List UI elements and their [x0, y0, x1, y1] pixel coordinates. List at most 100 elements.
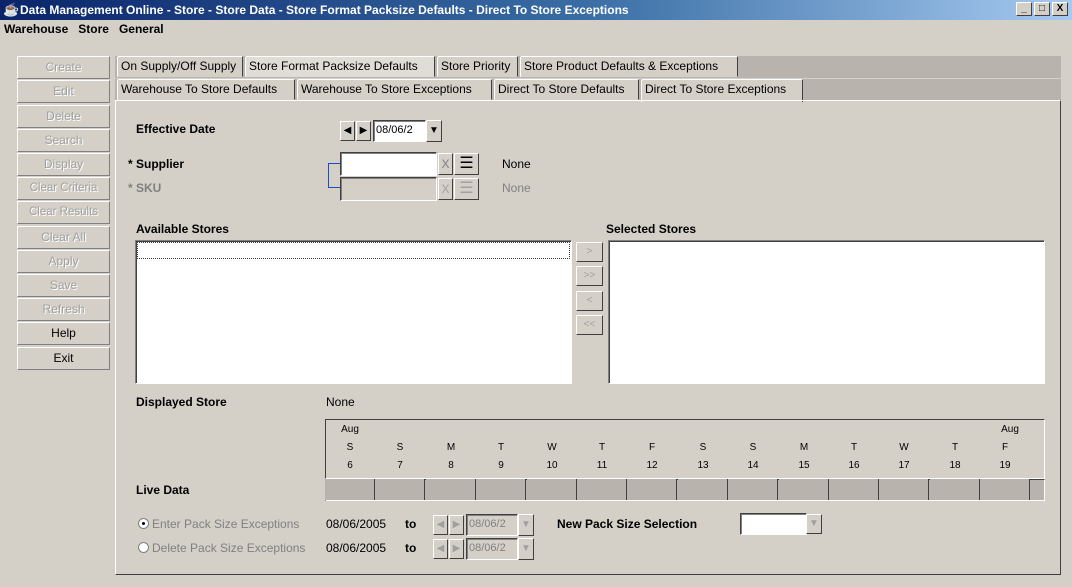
menu-store[interactable]: Store: [78, 22, 109, 36]
chevron-down-icon: ▼: [521, 543, 531, 554]
calendar-dow: W: [899, 442, 909, 453]
delete-button[interactable]: Delete: [17, 105, 110, 128]
supplier-description: None: [502, 157, 531, 171]
list-focus-row: [137, 242, 570, 259]
calendar-day: 18: [949, 460, 961, 471]
calendar-day: 14: [747, 460, 759, 471]
tab-on-supply-off-supply[interactable]: On Supply/Off Supply: [117, 56, 243, 77]
exit-button[interactable]: Exit: [17, 347, 110, 370]
left-arrow-icon: ◀: [436, 543, 445, 554]
enter-to-date-field[interactable]: 08/06/2: [466, 514, 518, 536]
sku-clear-button[interactable]: X: [438, 178, 453, 200]
clear-criteria-button[interactable]: Clear Criteria: [17, 177, 110, 200]
delete-date-next-button[interactable]: ▶: [449, 539, 464, 559]
available-stores-list[interactable]: [135, 240, 572, 384]
move-all-left-button[interactable]: <<: [576, 315, 603, 335]
clear-x-icon: X: [441, 182, 450, 196]
help-button[interactable]: Help: [17, 322, 110, 345]
calendar-day: 7: [397, 460, 403, 471]
menu-warehouse[interactable]: Warehouse: [4, 22, 68, 36]
new-pack-size-dropdown[interactable]: ▼: [806, 514, 822, 534]
delete-date-prev-button[interactable]: ◀: [433, 539, 448, 559]
calendar-day: 12: [646, 460, 658, 471]
tab-store-product-defaults-exceptions[interactable]: Store Product Defaults & Exceptions: [520, 56, 738, 77]
minimize-button[interactable]: _: [1016, 2, 1032, 16]
calendar-dow: T: [850, 442, 858, 453]
sku-input[interactable]: [340, 177, 437, 201]
enter-date-prev-button[interactable]: ◀: [433, 515, 448, 535]
calendar-dow: T: [951, 442, 959, 453]
calendar-day: 13: [697, 460, 709, 471]
edit-button[interactable]: Edit: [17, 80, 110, 103]
calendar-dow: F: [1001, 442, 1009, 453]
calendar-dow: M: [799, 442, 809, 453]
calendar-day: 16: [848, 460, 860, 471]
supplier-label: * Supplier: [128, 157, 185, 171]
calendar-dow: T: [497, 442, 505, 453]
calendar-dow: S: [699, 442, 707, 453]
enter-from-date: 08/06/2005: [326, 517, 387, 531]
selected-stores-label: Selected Stores: [606, 222, 697, 236]
live-data-cell: [879, 479, 929, 500]
live-data-cell: [980, 479, 1030, 500]
enter-to-date-dropdown[interactable]: ▼: [518, 514, 534, 536]
left-arrow-icon: ◀: [343, 125, 352, 136]
date-next-button[interactable]: ▶: [356, 121, 371, 141]
create-button[interactable]: Create: [17, 56, 110, 79]
tab-warehouse-to-store-exceptions[interactable]: Warehouse To Store Exceptions: [297, 79, 492, 100]
sku-lookup-button[interactable]: ☰: [454, 178, 479, 200]
radio-selected-icon: [138, 518, 149, 529]
effective-date-dropdown[interactable]: ▼: [426, 120, 442, 142]
live-data-cell: [375, 479, 425, 500]
calendar-dow: S: [396, 442, 404, 453]
apply-button[interactable]: Apply: [17, 250, 110, 273]
supplier-input[interactable]: [340, 152, 437, 176]
search-button[interactable]: Search: [17, 129, 110, 152]
close-button[interactable]: X: [1052, 2, 1068, 16]
sku-description: None: [502, 181, 531, 195]
calendar-dow: T: [598, 442, 606, 453]
live-data-cell: [930, 479, 980, 500]
tab-store-format-packsize-defaults[interactable]: Store Format Packsize Defaults: [245, 56, 435, 77]
calendar-month-start: Aug: [341, 424, 359, 435]
move-all-right-button[interactable]: >>: [576, 266, 603, 286]
tab-store-priority[interactable]: Store Priority: [437, 56, 518, 77]
tab-direct-to-store-exceptions[interactable]: Direct To Store Exceptions: [641, 79, 803, 102]
live-data-cell: [829, 479, 879, 500]
clear-results-button[interactable]: Clear Results: [17, 201, 110, 224]
calendar-dow: M: [446, 442, 456, 453]
calendar-day: 11: [596, 460, 608, 471]
right-arrow-icon: ▶: [359, 125, 368, 136]
live-data-cell: [577, 479, 627, 500]
delete-to-date-field[interactable]: 08/06/2: [466, 538, 518, 560]
calendar-dow: F: [648, 442, 656, 453]
effective-date-field[interactable]: 08/06/2: [373, 120, 426, 142]
new-pack-size-label: New Pack Size Selection: [557, 517, 698, 531]
displayed-store-label: Displayed Store: [136, 395, 227, 409]
move-one-right-button[interactable]: >: [576, 242, 603, 262]
chevron-down-icon: ▼: [429, 125, 439, 136]
new-pack-size-select[interactable]: [740, 513, 807, 535]
supplier-lookup-button[interactable]: ☰: [454, 153, 479, 175]
maximize-button[interactable]: □: [1034, 2, 1050, 16]
delete-to-date-dropdown[interactable]: ▼: [518, 538, 534, 560]
date-prev-button[interactable]: ◀: [340, 121, 355, 141]
save-button[interactable]: Save: [17, 274, 110, 297]
tab-direct-to-store-defaults[interactable]: Direct To Store Defaults: [494, 79, 639, 100]
supplier-clear-button[interactable]: X: [438, 153, 453, 175]
enter-pack-size-radio[interactable]: Enter Pack Size Exceptions: [138, 517, 299, 531]
display-button[interactable]: Display: [17, 153, 110, 176]
required-marker: *: [128, 157, 133, 171]
clear-all-button[interactable]: Clear All: [17, 226, 110, 249]
required-marker: *: [128, 181, 133, 195]
refresh-button[interactable]: Refresh: [17, 298, 110, 321]
menu-general[interactable]: General: [119, 22, 164, 36]
live-data-cell: [779, 479, 829, 500]
enter-to-label: to: [405, 517, 417, 531]
enter-date-next-button[interactable]: ▶: [449, 515, 464, 535]
calendar-dow: S: [346, 442, 354, 453]
tab-warehouse-to-store-defaults[interactable]: Warehouse To Store Defaults: [117, 79, 295, 100]
selected-stores-list[interactable]: [608, 240, 1045, 384]
move-one-left-button[interactable]: <: [576, 291, 603, 311]
delete-pack-size-radio[interactable]: Delete Pack Size Exceptions: [138, 541, 305, 555]
